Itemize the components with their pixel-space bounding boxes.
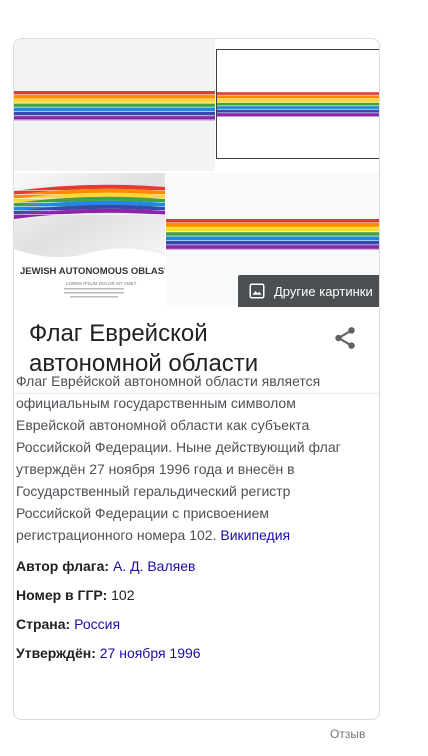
- fact-label: Автор флага:: [16, 558, 110, 574]
- image-caption-title: JEWISH AUTONOMOUS OBLAST: [20, 266, 165, 277]
- wikipedia-link[interactable]: Википедия: [220, 527, 290, 543]
- share-icon[interactable]: [332, 325, 358, 351]
- fact-value-link[interactable]: Россия: [74, 616, 120, 632]
- description-text: Флаг Евре́йской автономной области являе…: [16, 373, 341, 543]
- fact-value: 102: [111, 587, 135, 603]
- fact-value-link[interactable]: 27 ноября 1996: [100, 645, 201, 661]
- more-images-button[interactable]: Другие картинки: [238, 275, 379, 307]
- fact-label: Страна:: [16, 616, 71, 632]
- feedback-link[interactable]: Отзыв: [330, 727, 365, 741]
- image-icon: [249, 283, 265, 299]
- fact-country: Страна: Россия: [16, 614, 356, 643]
- fact-value-link[interactable]: А. Д. Валяев: [113, 558, 195, 574]
- image-caption-subtitle: LOREM IPSUM DOLOR SIT AMET: [66, 281, 137, 286]
- flag-image-2[interactable]: [216, 49, 379, 159]
- fact-label: Номер в ГГР:: [16, 587, 108, 603]
- facts-list: Автор флага: А. Д. Валяев Номер в ГГР: 1…: [16, 556, 356, 672]
- fact-registry-number: Номер в ГГР: 102: [16, 585, 356, 614]
- entity-description: Флаг Евре́йской автономной области являе…: [16, 370, 356, 546]
- fact-label: Утверждён:: [16, 645, 96, 661]
- more-images-label: Другие картинки: [274, 283, 373, 299]
- flag-image-1[interactable]: [14, 39, 215, 171]
- fact-author: Автор флага: А. Д. Валяев: [16, 556, 356, 585]
- fact-approved: Утверждён: 27 ноября 1996: [16, 643, 356, 672]
- flag-image-3[interactable]: JEWISH AUTONOMOUS OBLAST LOREM IPSUM DOL…: [14, 173, 165, 305]
- image-gallery: JEWISH AUTONOMOUS OBLAST LOREM IPSUM DOL…: [14, 39, 379, 307]
